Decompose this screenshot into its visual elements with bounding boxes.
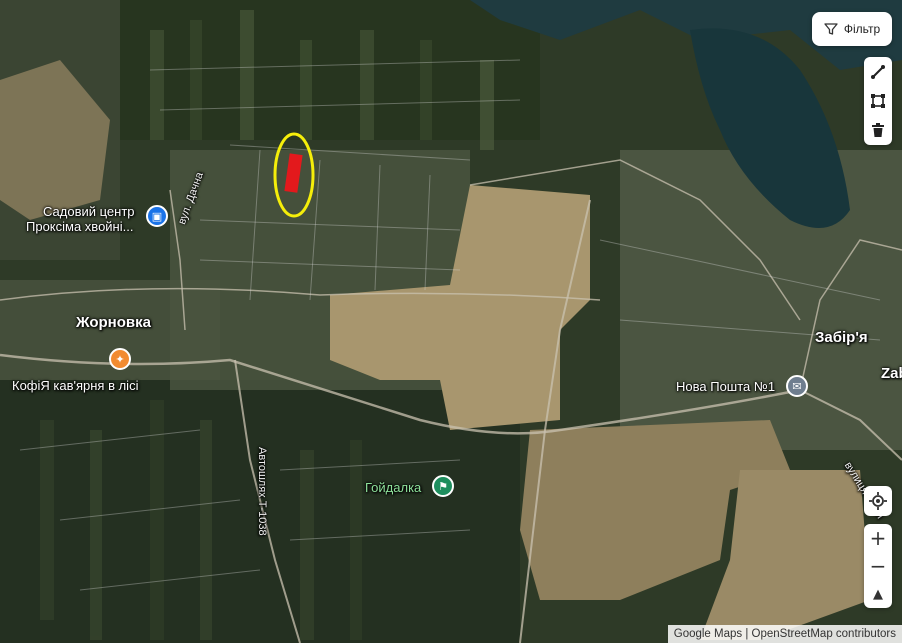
place-label-zab-partial: Zab (881, 365, 902, 382)
drawing-toolbar (864, 57, 892, 145)
road-label-t1038: Автошлях Т-1038 (256, 447, 268, 536)
playground-icon[interactable]: ⚑ (432, 475, 454, 497)
restaurant-icon[interactable]: ✦ (109, 348, 131, 370)
poi-label-nova-poshta[interactable]: Нова Пошта №1 (676, 379, 775, 394)
polygon-tool-icon[interactable] (866, 89, 890, 113)
map-attribution[interactable]: Google Maps | OpenStreetMap contributors (667, 625, 902, 643)
compass-icon[interactable]: ▲ (864, 580, 892, 608)
poi-label-garden-center-line2[interactable]: Проксіма хвойні... (26, 219, 133, 234)
place-label-zabirya: Забір'я (815, 329, 868, 346)
poi-label-swing[interactable]: Гойдалка (365, 480, 421, 495)
zoom-out-button[interactable]: − (864, 552, 892, 580)
shopping-bag-icon[interactable]: ▣ (146, 205, 168, 227)
mail-icon[interactable]: ✉ (786, 375, 808, 397)
filter-button[interactable]: Фільтр (812, 12, 892, 46)
filter-icon (824, 23, 838, 35)
place-label-zhornovka: Жорновка (76, 314, 151, 331)
forest-area-north (120, 0, 540, 140)
poi-label-garden-center-line1[interactable]: Садовий центр (43, 204, 135, 219)
delete-icon[interactable] (866, 118, 890, 142)
zoom-in-button[interactable]: + (864, 524, 892, 552)
town-area-east (620, 150, 902, 450)
zoom-control: + − ▲ (864, 524, 892, 608)
locate-control (864, 486, 892, 516)
line-tool-icon[interactable] (866, 60, 890, 84)
poi-label-cafe[interactable]: КофіЯ кав'ярня в лісі (12, 378, 138, 393)
locate-me-icon[interactable] (864, 487, 892, 515)
filter-button-label: Фільтр (843, 22, 881, 36)
